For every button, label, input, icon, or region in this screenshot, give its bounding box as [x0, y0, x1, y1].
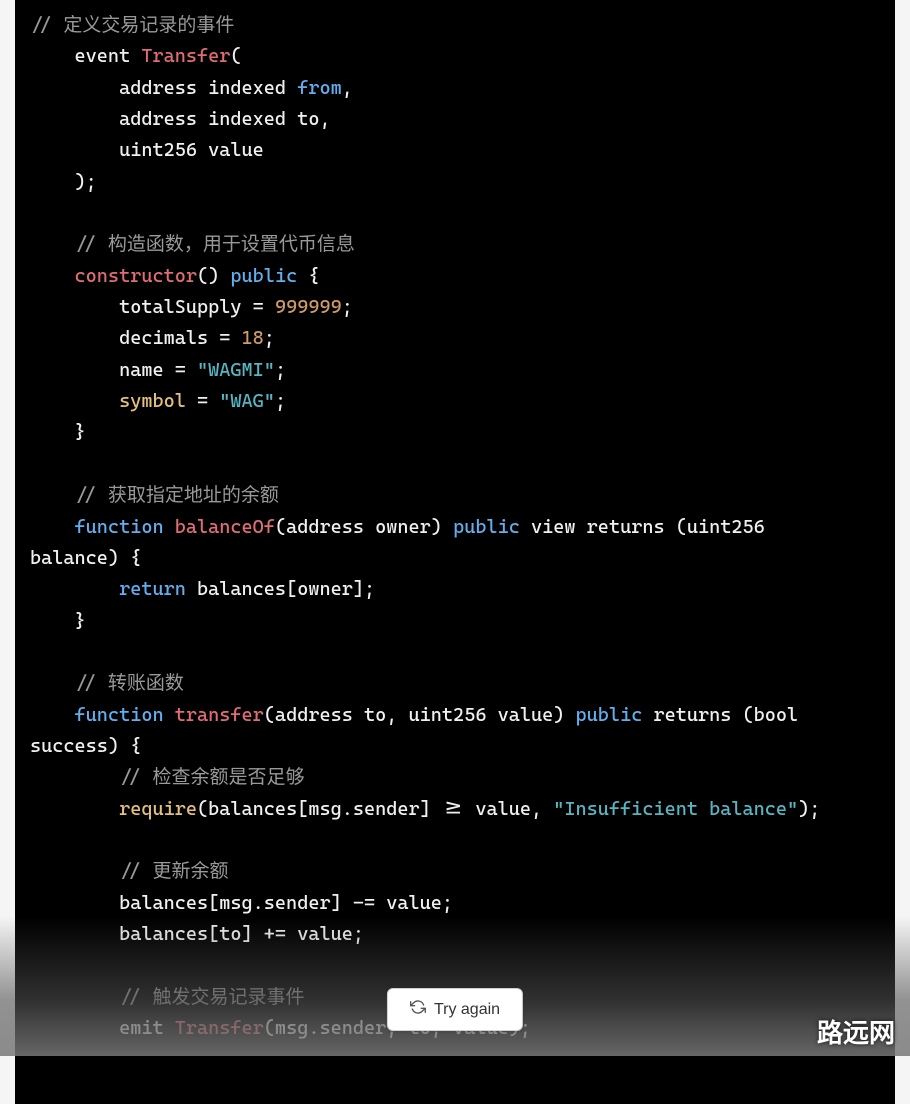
refresh-icon [410, 999, 426, 1020]
code-block: // 定义交易记录的事件 event Transfer( address ind… [15, 0, 895, 1104]
try-again-button[interactable]: Try again [387, 988, 523, 1031]
watermark-text: 路远网 [817, 1013, 895, 1050]
code-function-name: transfer [175, 704, 264, 726]
code-comment: // 构造函数，用于设置代币信息 [75, 233, 355, 255]
code-keyword: function [75, 516, 164, 538]
code-comment: // 转账函数 [75, 672, 184, 694]
code-function-name: balanceOf [175, 516, 275, 538]
code-keyword: constructor [75, 265, 197, 287]
code-comment: // 定义交易记录的事件 [30, 14, 234, 36]
try-again-label: Try again [434, 1001, 500, 1019]
code-comment: // 更新余额 [119, 860, 228, 882]
code-keyword: event [75, 45, 131, 67]
code-comment: // 检查余额是否足够 [119, 766, 304, 788]
code-comment: // 获取指定地址的余额 [75, 484, 279, 506]
code-identifier: Transfer [141, 45, 230, 67]
code-comment: // 触发交易记录事件 [119, 986, 304, 1008]
code-keyword: function [75, 704, 164, 726]
